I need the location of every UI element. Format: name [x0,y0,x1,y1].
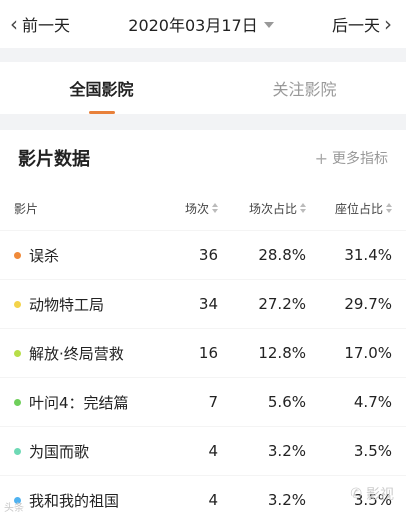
shows-value: 34 [198,295,218,313]
next-day-button[interactable]: 后一天 › [332,12,392,36]
color-dot [14,300,21,308]
watermark-right-label: 影视 [366,487,394,503]
shows-value: 4 [208,491,218,509]
table-row[interactable]: 我和我的祖国 4 3.2% 3.5% [0,475,406,518]
movie-name: 解放·终局营救 [29,344,124,363]
header-shows[interactable]: 场次 [163,200,218,217]
more-metrics-label: 更多指标 [332,151,388,167]
prev-day-label: 前一天 [22,16,71,35]
next-day-label: 后一天 [331,16,380,35]
tab-label: 全国影院 [69,80,134,99]
plus-icon: + [314,148,328,168]
caret-down-icon [263,22,274,28]
table-row[interactable]: 为国而歌 4 3.2% 3.5% [0,426,406,475]
cinema-tabs: 全国影院 关注影院 [0,62,406,114]
current-date: 2020年03月17日 [128,16,258,35]
show-ratio-value: 5.6% [267,393,306,411]
seat-ratio-value: 17.0% [344,344,392,362]
color-dot [14,349,21,357]
section-title: 影片数据 [18,149,90,170]
show-ratio-value: 28.8% [258,246,306,264]
movie-name: 我和我的祖国 [29,491,120,510]
table-header: 影片 场次 场次占比 座位占比 [0,186,406,230]
table-row[interactable]: 动物特工局 34 27.2% 29.7% [0,279,406,328]
more-metrics-button[interactable]: + 更多指标 [315,148,388,168]
date-bar: ‹ 前一天 2020年03月17日 后一天 › [0,0,406,48]
shows-value: 7 [208,393,218,411]
prev-day-button[interactable]: ‹ 前一天 [10,12,70,36]
seat-ratio-value: 29.7% [344,295,392,313]
sort-icon [386,203,392,213]
date-picker[interactable]: 2020年03月17日 [128,12,274,36]
tab-label: 关注影院 [272,80,337,99]
table-row[interactable]: 解放·终局营救 16 12.8% 17.0% [0,328,406,377]
shows-value: 16 [198,344,218,362]
chevron-left-icon: ‹ [10,12,18,36]
shows-value: 36 [198,246,218,264]
header-seat-ratio[interactable]: 座位占比 [306,200,392,217]
header-label: 场次 [184,201,209,216]
show-ratio-value: 3.2% [267,442,306,460]
table-row[interactable]: 叶问4：完结篇 7 5.6% 4.7% [0,377,406,426]
show-ratio-value: 27.2% [258,295,306,313]
movie-name: 动物特工局 [29,295,105,314]
seat-ratio-value: 3.5% [353,442,392,460]
header-label: 座位占比 [334,201,383,216]
tab-national-cinemas[interactable]: 全国影院 [0,62,203,114]
movie-data-header: 影片数据 + 更多指标 [0,130,406,186]
active-tab-indicator [88,111,115,114]
watermark-left: 头条 [4,503,24,514]
color-dot [14,251,21,259]
watermark-right: ✆ 影视 [350,484,394,504]
seat-ratio-value: 31.4% [344,246,392,264]
movie-name: 叶问4：完结篇 [29,393,129,412]
header-label: 影片 [14,201,39,216]
movie-name: 误杀 [29,246,60,265]
show-ratio-value: 3.2% [267,491,306,509]
header-show-ratio[interactable]: 场次占比 [218,200,306,217]
color-dot [14,447,21,455]
tab-followed-cinemas[interactable]: 关注影院 [203,62,406,114]
seat-ratio-value: 4.7% [353,393,392,411]
movie-table: 影片 场次 场次占比 座位占比 误杀 36 28.8% 31.4% 动物特工局 … [0,186,406,518]
color-dot [14,398,21,406]
show-ratio-value: 12.8% [258,344,306,362]
header-label: 场次占比 [248,201,297,216]
header-movie: 影片 [14,200,163,217]
shows-value: 4 [208,442,218,460]
table-row[interactable]: 误杀 36 28.8% 31.4% [0,230,406,279]
movie-name: 为国而歌 [29,442,90,461]
wechat-icon: ✆ [350,486,362,502]
chevron-right-icon: › [383,12,392,36]
